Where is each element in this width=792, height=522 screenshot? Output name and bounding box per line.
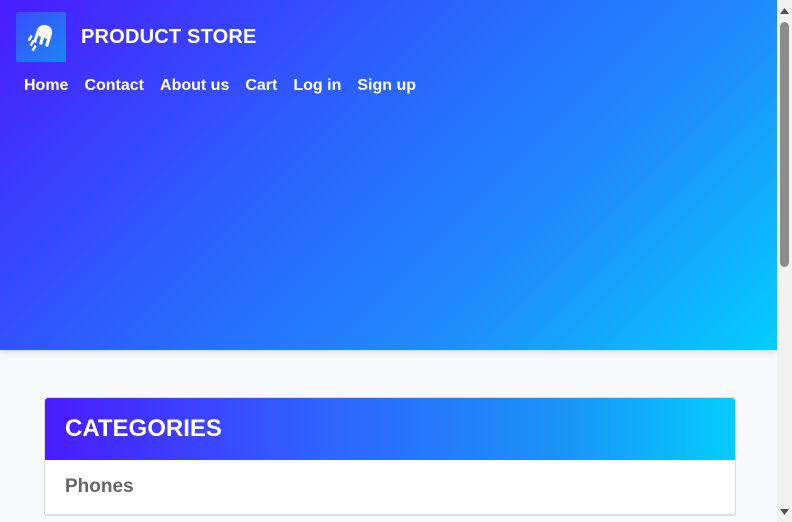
nav-home[interactable]: Home: [24, 76, 68, 96]
vertical-scrollbar[interactable]: [777, 0, 792, 522]
rocket-icon[interactable]: [16, 12, 66, 62]
nav-log-in[interactable]: Log in: [293, 76, 341, 96]
nav-sign-up[interactable]: Sign up: [357, 76, 416, 96]
hero-banner: PRODUCT STORE Home Contact About us Cart…: [0, 0, 777, 350]
nav-contact[interactable]: Contact: [84, 76, 144, 96]
category-item-phones[interactable]: Phones: [45, 460, 735, 515]
brand[interactable]: PRODUCT STORE: [16, 12, 257, 62]
nav-about-us[interactable]: About us: [160, 76, 229, 96]
scroll-up-arrow-icon[interactable]: [777, 3, 792, 18]
page: PRODUCT STORE Home Contact About us Cart…: [0, 0, 792, 522]
main-nav: Home Contact About us Cart Log in Sign u…: [24, 76, 432, 96]
nav-cart[interactable]: Cart: [245, 76, 277, 96]
categories-title[interactable]: CATEGORIES: [45, 398, 735, 460]
scrollbar-thumb[interactable]: [780, 22, 789, 267]
scroll-down-arrow-icon[interactable]: [777, 504, 792, 519]
categories-panel: CATEGORIES Phones: [44, 397, 736, 516]
brand-name[interactable]: PRODUCT STORE: [81, 26, 257, 49]
